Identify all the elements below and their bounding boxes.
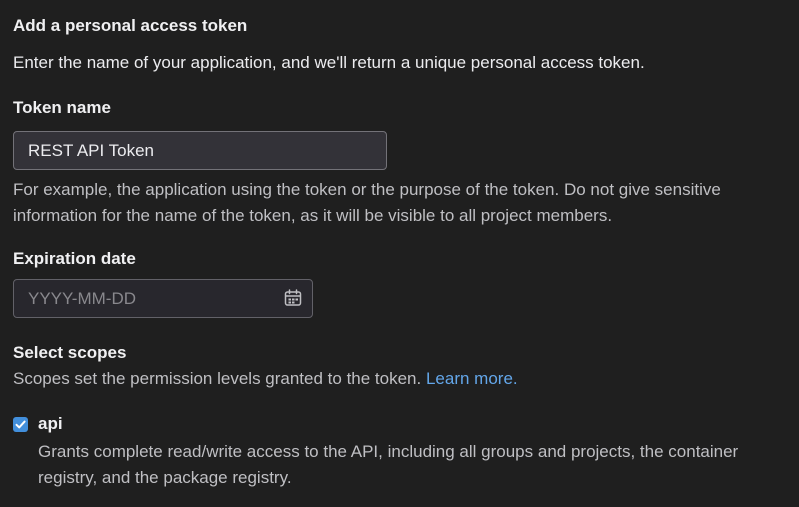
api-scope-checkbox[interactable]: [13, 417, 28, 432]
token-name-label: Token name: [13, 98, 111, 117]
expiration-date-field[interactable]: YYYY-MM-DD: [13, 279, 313, 318]
token-name-input[interactable]: [13, 131, 387, 170]
calendar-icon[interactable]: [284, 289, 302, 307]
scopes-description-text: Scopes set the permission levels granted…: [13, 369, 422, 388]
expiration-date-placeholder: YYYY-MM-DD: [28, 289, 136, 308]
learn-more-link[interactable]: Learn more.: [426, 369, 518, 388]
token-name-help: For example, the application using the t…: [13, 180, 721, 225]
expiration-date-label: Expiration date: [13, 249, 136, 268]
select-scopes-label: Select scopes: [13, 343, 127, 362]
api-scope-label[interactable]: api: [38, 414, 63, 434]
form-heading: Add a personal access token: [13, 16, 248, 35]
form-intro: Enter the name of your application, and …: [13, 53, 645, 72]
api-scope-description: Grants complete read/write access to the…: [38, 442, 739, 487]
checkmark-icon: [15, 420, 26, 429]
scopes-description: Scopes set the permission levels granted…: [13, 369, 518, 389]
